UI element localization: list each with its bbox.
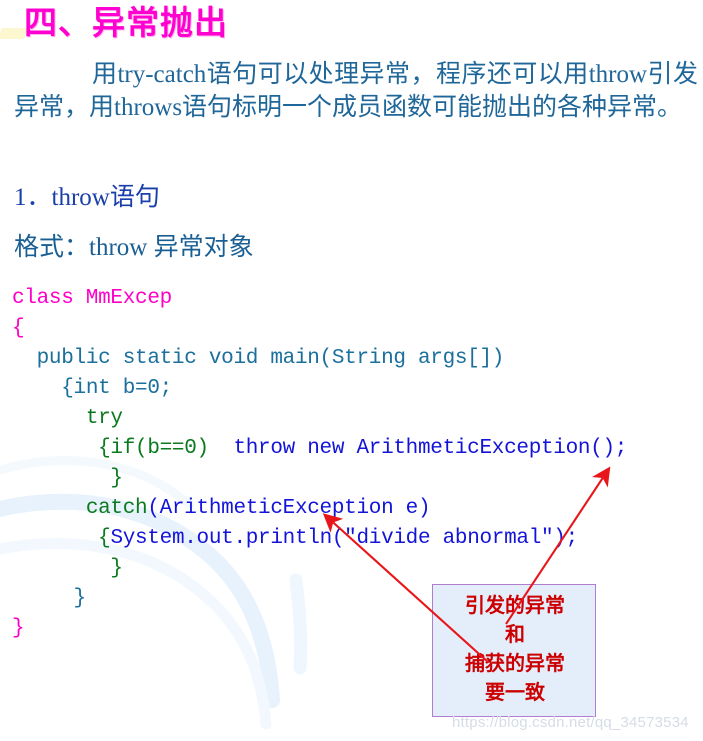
code-token: public static void main(String args[]) [36,347,505,370]
code-token: try [85,407,123,430]
code-token: { [12,317,25,340]
code-line: try [12,404,700,434]
code-token: } [110,557,123,580]
code-line: } [12,464,700,494]
code-line: catch(ArithmeticException e) [12,494,700,524]
code-listing: class MmExcep { public static void main(S… [12,284,700,644]
subheading-throw-statement: 1．throw语句 [14,184,160,211]
code-line: public static void main(String args[]) [12,344,700,374]
callout-line: 和 [505,624,525,646]
code-token: } [73,587,87,610]
code-token: {if(b==0) [98,437,209,460]
subheading-throw-format: 格式：throw 异常对象 [14,234,254,261]
callout-text: 引发的异常和捕获的异常要一致 [433,592,597,708]
code-token: catch [85,497,148,520]
code-line: {System.out.println("divide abnormal"); [12,524,700,554]
code-token: System.out.println("divide abnormal"); [110,527,578,550]
code-token: class MmExcep [12,287,172,310]
code-line: } [12,554,700,584]
csdn-watermark: https://blog.csdn.net/qq_34573534 [452,714,689,731]
code-token: throw new ArithmeticException(); [208,437,628,460]
code-token: { [98,527,111,550]
callout-line: 引发的异常 [465,595,565,617]
slide-title-row: 四、异常抛出 [0,2,703,50]
callout-line: 捕获的异常 [465,653,565,675]
code-line: { [12,314,700,344]
code-line: {int b=0; [12,374,700,404]
intro-paragraph: 用try-catch语句可以处理异常，程序还可以用throw引发异常，用thro… [14,61,698,121]
code-token: (ArithmeticException e) [147,497,431,520]
code-token: {int b=0; [61,377,172,400]
page-title: 四、异常抛出 [24,6,228,42]
slide-canvas: 四、异常抛出 用try-catch语句可以处理异常，程序还可以用throw引发异… [0,0,703,741]
code-token: } [12,617,25,640]
code-line: {if(b==0) throw new ArithmeticException(… [12,434,700,464]
callout-box: 引发的异常和捕获的异常要一致 [432,584,596,717]
callout-line: 要一致 [485,682,545,704]
code-token: } [110,467,123,490]
code-line: class MmExcep [12,284,700,314]
